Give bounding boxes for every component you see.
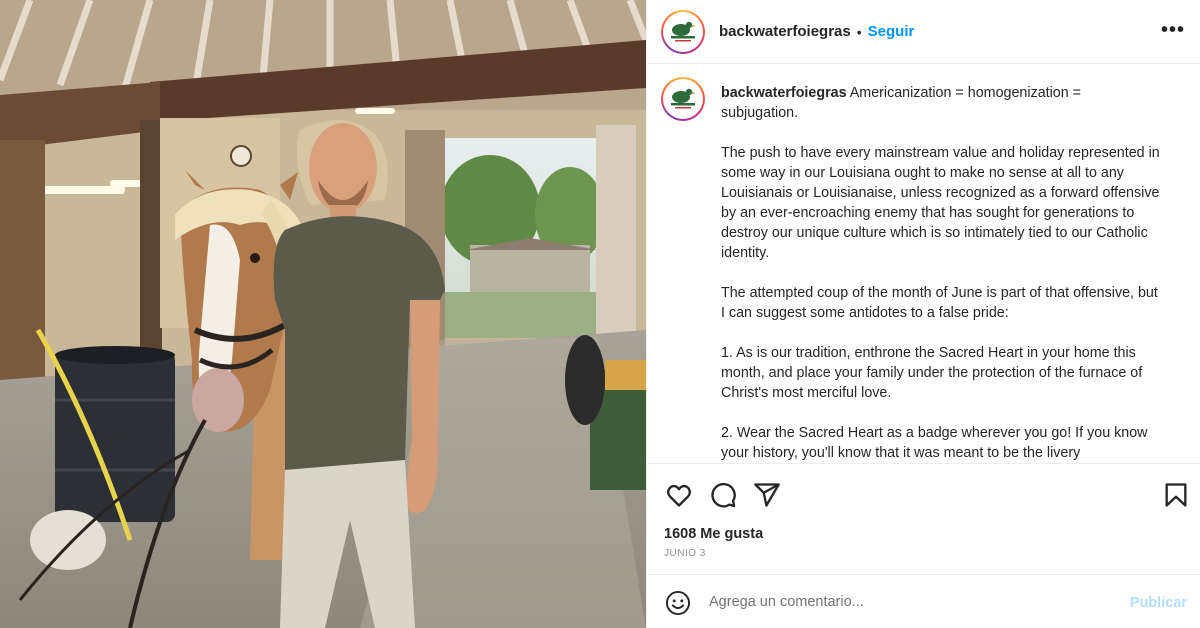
caption-paragraph: 2. Wear the Sacred Heart as a badge wher… [721, 425, 1148, 461]
comment-input[interactable] [709, 589, 1109, 615]
backwater-duck-logo-icon [665, 81, 701, 117]
emoji-icon[interactable] [665, 590, 691, 616]
caption-text: backwaterfoiegras Americanization = homo… [721, 83, 1161, 463]
backwater-duck-logo-icon [665, 13, 701, 50]
avatar[interactable] [661, 9, 705, 54]
action-bar: 1608 Me gusta Junio 3 [647, 463, 1200, 573]
caption-area[interactable]: backwaterfoiegras Americanization = homo… [647, 65, 1200, 463]
barn-photo-illustration [0, 0, 646, 628]
more-options-icon[interactable]: ••• [1161, 20, 1185, 40]
comment-bar: Publicar [647, 574, 1200, 628]
post-date[interactable]: Junio 3 [664, 548, 706, 559]
caption-avatar[interactable] [661, 77, 705, 121]
caption-username[interactable]: backwaterfoiegras [721, 85, 847, 101]
caption-paragraph: The push to have every mainstream value … [721, 145, 1160, 261]
publish-button[interactable]: Publicar [1130, 595, 1187, 611]
caption-paragraph: backwaterfoiegras Americanization = homo… [721, 83, 1161, 123]
post-photo[interactable] [0, 0, 646, 628]
caption-paragraph: 1. As is our tradition, enthrone the Sac… [721, 345, 1143, 401]
likes-count[interactable]: 1608 Me gusta [664, 526, 763, 542]
post-header: backwaterfoiegras • Seguir ••• [647, 0, 1200, 64]
comment-icon[interactable] [709, 481, 737, 509]
post-detail-panel: backwaterfoiegras • Seguir ••• backwater… [646, 0, 1200, 628]
header-username[interactable]: backwaterfoiegras [719, 23, 851, 40]
bookmark-icon[interactable] [1162, 481, 1190, 509]
separator-dot: • [856, 23, 862, 40]
share-icon[interactable] [753, 481, 781, 509]
heart-icon[interactable] [665, 481, 693, 509]
follow-button[interactable]: Seguir [868, 23, 915, 40]
caption-paragraph: The attempted coup of the month of June … [721, 285, 1158, 321]
